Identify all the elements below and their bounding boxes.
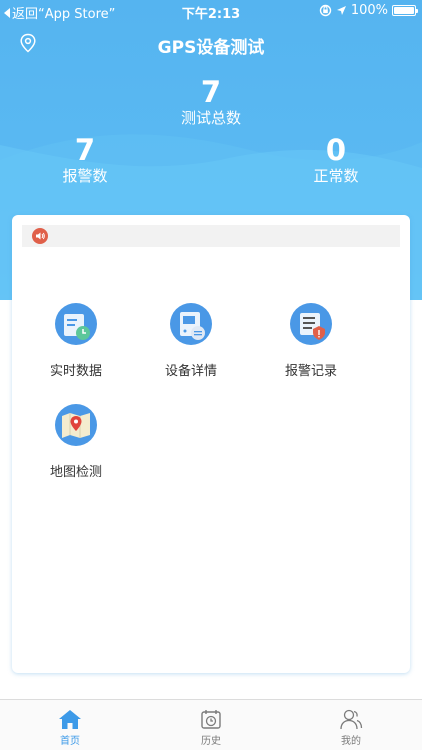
menu-device-detail-label: 设备详情 (164, 364, 217, 379)
tab-history[interactable]: 历史 (141, 700, 281, 750)
speaker-icon (32, 228, 48, 244)
tab-home[interactable]: 首页 (0, 700, 140, 750)
history-icon (201, 710, 221, 729)
menu-realtime-data-label: 实时数据 (49, 364, 102, 379)
stat-normal-value: 0 (325, 133, 347, 167)
stat-normal-label: 正常数 (313, 167, 359, 185)
battery-icon (392, 5, 418, 16)
home-icon (59, 710, 81, 729)
stat-total-value: 7 (200, 75, 222, 109)
rotation-lock-icon (319, 4, 332, 17)
realtime-data-icon (55, 303, 97, 345)
map-detect-icon (55, 404, 97, 446)
menu-alarm-record-label: 报警记录 (284, 364, 337, 379)
stat-alarm-label: 报警数 (62, 167, 108, 185)
stat-alarm-value: 7 (74, 133, 96, 167)
tab-home-label: 首页 (60, 736, 80, 747)
main-card: 实时数据 设备详情 报警记录 地图检测 (12, 215, 410, 673)
stat-total: 7 测试总数 (161, 76, 261, 128)
tab-profile[interactable]: 我的 (281, 700, 421, 750)
menu-realtime-data[interactable]: 实时数据 (21, 302, 131, 379)
profile-icon (340, 709, 363, 730)
battery-percent: 100% (350, 3, 388, 18)
device-detail-icon (170, 303, 212, 345)
stat-normal: 0 正常数 (286, 134, 386, 186)
menu-map-detect[interactable]: 地图检测 (21, 403, 131, 480)
tab-profile-label: 我的 (341, 736, 361, 747)
alarm-record-icon (290, 303, 332, 345)
menu-alarm-record[interactable]: 报警记录 (256, 302, 366, 379)
stat-alarm: 7 报警数 (35, 134, 135, 186)
tab-history-label: 历史 (201, 736, 221, 747)
status-right: 100% (319, 3, 418, 18)
status-bar: 返回“App Store” 下午2:13 100% (0, 0, 422, 22)
notice-bar[interactable] (22, 225, 400, 247)
tab-bar: 首页 历史 我的 (0, 699, 422, 750)
stat-total-label: 测试总数 (180, 109, 241, 127)
menu-device-detail[interactable]: 设备详情 (136, 302, 246, 379)
location-arrow-icon (336, 6, 346, 15)
page-title: GPS设备测试 (157, 38, 265, 58)
menu-map-detect-label: 地图检测 (49, 465, 102, 480)
